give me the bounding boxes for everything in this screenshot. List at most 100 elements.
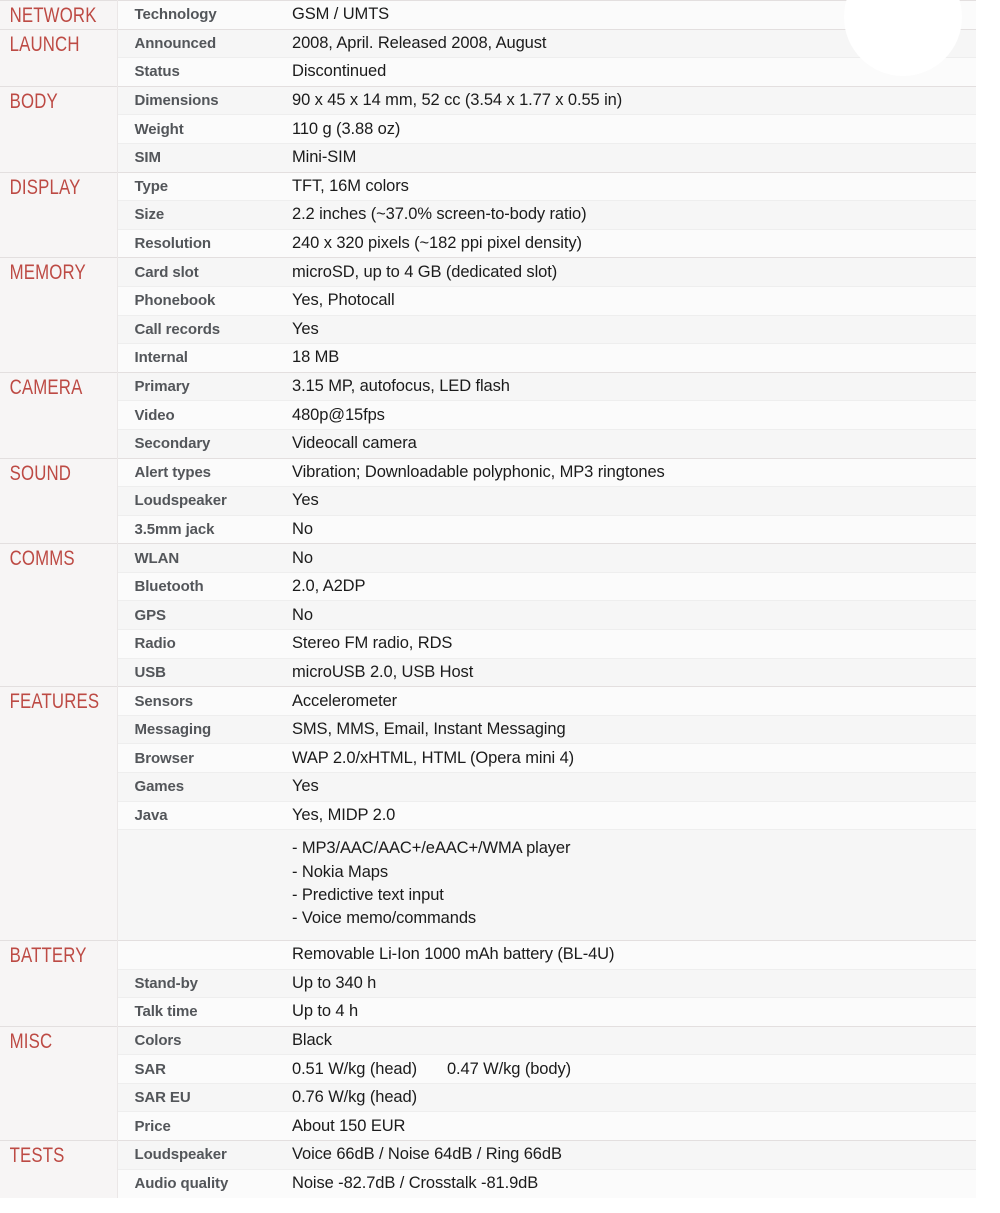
spec-category-comms: COMMS [0,543,118,687]
spec-category-network: NETWORK [0,0,118,30]
spec-row: SIM Mini-SIM [0,142,976,173]
spec-category-label: BATTERY [9,943,87,967]
spec-row: Stand-by Up to 340 h [0,968,976,998]
spec-value-line: - MP3/AAC/AAC+/eAAC+/WMA player [292,839,571,858]
spec-value: Up to 4 h [274,997,976,1027]
spec-row: GPS No [0,600,976,630]
spec-label: Loudspeaker [117,1140,274,1170]
spec-value-part: 0.47 W/kg (body) [446,1059,572,1078]
spec-value: 90 x 45 x 14 mm, 52 cc (3.54 x 1.77 x 0.… [274,85,976,115]
spec-row: BATTERY Removable Li-Ion 1000 mAh battery… [0,939,976,1027]
spec-value: Yes, MIDP 2.0 [274,800,976,830]
spec-label: 3.5mm jack [117,514,274,544]
spec-category-misc: MISC [0,1025,118,1141]
spec-label [117,829,274,941]
spec-value: Up to 340 h [274,968,976,998]
spec-category-label: BODY [9,89,58,113]
spec-row: Bluetooth 2.0, A2DP [0,571,976,601]
spec-value: TFT, 16M colors [274,171,976,201]
spec-row: Audio quality Noise -82.7dB / Crosstalk -… [0,1168,976,1198]
spec-label: Phonebook [117,285,274,316]
spec-value: GSM / UMTS [274,0,976,30]
spec-category-label: MEMORY [9,261,86,285]
spec-row: Messaging SMS, MMS, Email, Instant Messag… [0,714,976,744]
spec-row: SAR 0.51 W/kg (head) 0.47 W/kg (body) [0,1054,976,1084]
spec-value: microSD, up to 4 GB (dedicated slot) [274,257,976,287]
spec-label: Colors [117,1025,274,1055]
spec-category-label: LAUNCH [9,32,80,56]
spec-label: Audio quality [117,1168,274,1198]
spec-value: About 150 EUR [274,1111,976,1141]
spec-row: Radio Stereo FM radio, RDS [0,629,976,659]
spec-value: 0.76 W/kg (head) [274,1082,976,1112]
spec-value: Accelerometer [274,686,976,716]
spec-label: Bluetooth [117,571,274,601]
spec-row: MEMORY Card slot microSD, up to 4 GB (dedi… [0,257,976,373]
spec-label: SAR EU [117,1082,274,1112]
spec-value: 2.2 inches (~37.0% screen-to-body ratio) [274,200,976,230]
spec-value: - MP3/AAC/AAC+/eAAC+/WMA player - Nokia M… [274,829,976,941]
spec-label: Alert types [117,457,274,487]
spec-value-part: 0.51 W/kg (head) [292,1059,417,1078]
spec-row: Java Yes, MIDP 2.0 [0,800,976,830]
spec-label: Dimensions [117,85,274,115]
spec-value: Removable Li-Ion 1000 mAh battery (BL-4U… [274,939,976,969]
spec-row: Phonebook Yes, Photocall [0,285,976,316]
spec-row: CAMERA Primary 3.15 MP, autofocus, LED fla… [0,371,976,458]
spec-value: 0.51 W/kg (head) 0.47 W/kg (body) [274,1054,976,1084]
spec-label: Browser [117,743,274,773]
spec-label: SIM [117,142,274,173]
spec-value: No [274,600,976,630]
spec-value-line: - Voice memo/commands [292,909,477,928]
spec-category-camera: CAMERA [0,371,118,458]
spec-label: Call records [117,314,274,344]
spec-value: Yes, Photocall [274,285,976,316]
spec-row: 3.5mm jack No [0,514,976,544]
spec-row: SAR EU 0.76 W/kg (head) [0,1082,976,1112]
spec-label: Announced [117,28,274,58]
spec-category-label: SOUND [9,461,72,485]
spec-row: USB microUSB 2.0, USB Host [0,657,976,687]
spec-category-sound: SOUND [0,457,118,544]
spec-label: Price [117,1111,274,1141]
spec-label: Radio [117,629,274,659]
spec-row: NETWORK Technology GSM / UMTS [0,0,976,30]
spec-label: Messaging [117,714,274,744]
spec-category-label: NETWORK [9,4,97,27]
spec-label: USB [117,657,274,687]
spec-row: Browser WAP 2.0/xHTML, HTML (Opera mini 4… [0,743,976,773]
spec-category-battery: BATTERY [0,939,118,1027]
spec-row: Games Yes [0,772,976,802]
spec-value: Black [274,1025,976,1055]
spec-value: No [274,514,976,544]
spec-row: DISPLAY Type TFT, 16M colors [0,171,976,258]
spec-row: Price About 150 EUR [0,1111,976,1141]
spec-row: Call records Yes [0,314,976,344]
spec-label: GPS [117,600,274,630]
spec-label: Java [117,800,274,830]
spec-label: Internal [117,343,274,373]
spec-category-label: DISPLAY [9,175,81,199]
spec-row: Status Discontinued [0,57,976,87]
spec-value: Vibration; Downloadable polyphonic, MP3 … [274,457,976,487]
spec-category-label: TESTS [9,1144,65,1168]
spec-label: Size [117,200,274,230]
phone-specifications-table: NETWORK Technology GSM / UMTS LAUNCH Announc… [0,0,976,1198]
spec-row: Secondary Videocall camera [0,428,976,458]
spec-category-body: BODY [0,85,118,173]
spec-label: Resolution [117,228,274,258]
spec-label: Status [117,57,274,87]
spec-value: Stereo FM radio, RDS [274,629,976,659]
spec-row: - MP3/AAC/AAC+/eAAC+/WMA player - Nokia M… [0,829,976,941]
spec-category-memory: MEMORY [0,257,118,373]
spec-label: SAR [117,1054,274,1084]
spec-label: Sensors [117,686,274,716]
spec-value: 2008, April. Released 2008, August [274,28,976,58]
spec-label: Video [117,400,274,430]
spec-category-label: COMMS [9,547,75,571]
spec-value: Noise -82.7dB / Crosstalk -81.9dB [274,1168,976,1198]
spec-row: Talk time Up to 4 h [0,997,976,1027]
spec-row: FEATURES Sensors Accelerometer [0,686,976,941]
spec-value: Mini-SIM [274,142,976,173]
spec-row: COMMS WLAN No [0,543,976,687]
